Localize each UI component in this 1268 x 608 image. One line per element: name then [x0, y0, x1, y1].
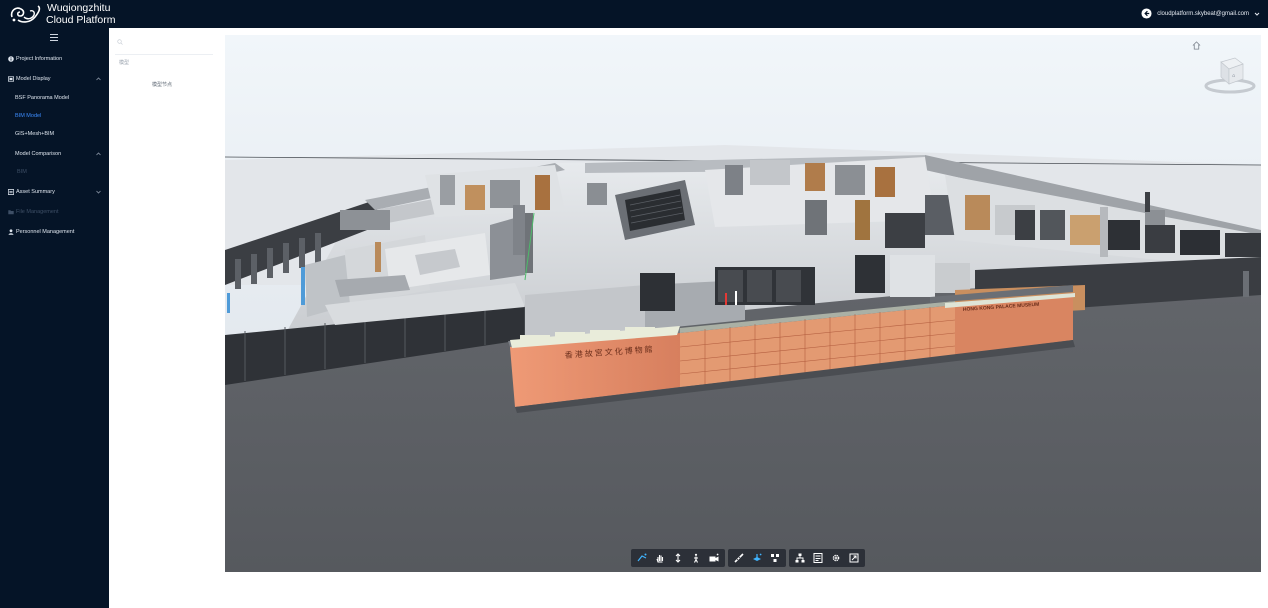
user-menu[interactable]: cloudplatform.skybeat@gmail.com — [1141, 8, 1260, 19]
camera-button[interactable] — [705, 549, 723, 567]
sidebar-item-project-information[interactable]: Project Information — [0, 52, 109, 66]
user-email[interactable]: cloudplatform.skybeat@gmail.com — [1157, 11, 1249, 17]
orbit-icon — [637, 553, 647, 562]
pan-icon — [656, 555, 664, 563]
search-icon — [117, 39, 123, 45]
chevron-down-icon[interactable] — [1254, 11, 1260, 17]
toolbar-group-tools — [728, 549, 786, 567]
svg-text:⌂: ⌂ — [1232, 73, 1235, 79]
model-tree-panel: 模型 模型节点 — [109, 28, 215, 608]
sidebar-item-label: BIM — [17, 169, 27, 175]
sidebar-item-label: BSF Panorama Model — [15, 95, 70, 101]
sidebar-item-model-comparison[interactable]: Model Comparison — [0, 147, 109, 161]
folder-icon — [8, 210, 14, 215]
sidebar-item-label: BIM Model — [15, 113, 42, 119]
sidebar-item-label: GIS+Mesh+BIM — [15, 131, 55, 137]
brand-title: Wuqiongzhitu Cloud Platform — [46, 2, 115, 26]
settings-icon — [832, 554, 840, 562]
sidebar-item-label: Model Comparison — [15, 151, 62, 157]
sidebar-item-bim-model[interactable]: BIM Model — [0, 109, 109, 123]
walk-icon — [694, 553, 698, 563]
camera-icon — [709, 553, 719, 562]
sidebar-item-bim[interactable]: BIM — [0, 165, 109, 179]
top-bar: Wuqiongzhitu Cloud Platform cloudplatfor… — [0, 0, 1268, 28]
chevron-down-icon — [96, 190, 101, 194]
properties-icon — [813, 553, 823, 563]
sidebar-item-label: Asset Summary — [16, 189, 55, 195]
structure-tree-button[interactable] — [791, 549, 809, 567]
sidebar-item-gis-mesh-bim[interactable]: GIS+Mesh+BIM — [0, 127, 109, 141]
section-icon — [753, 553, 762, 561]
sidebar-item-model-display[interactable]: Model Display — [0, 72, 109, 86]
brand-line-2: Cloud Platform — [46, 14, 116, 26]
viewer-toolbar — [631, 549, 865, 567]
toolbar-group-panels — [789, 549, 865, 567]
sidebar-item-label: Personnel Management — [16, 229, 75, 235]
asset-summary-icon — [8, 189, 14, 195]
structure-tree-icon — [795, 553, 805, 563]
measure-button[interactable] — [730, 549, 748, 567]
tree-section-label: 模型 — [119, 60, 130, 66]
sidebar-item-bsf-panorama-model[interactable]: BSF Panorama Model — [0, 91, 109, 105]
bim-3d-viewer[interactable]: 香港故宮文化博物館 HONG KONG PALACE MUSEUM ⌂ — [225, 35, 1261, 572]
elevation-icon — [675, 553, 681, 563]
user-icon — [8, 229, 14, 235]
menu-toggle-icon[interactable] — [50, 34, 58, 41]
sidebar-item-file-management[interactable]: File Management — [0, 205, 109, 219]
settings-button[interactable] — [827, 549, 845, 567]
properties-button[interactable] — [809, 549, 827, 567]
home-icon[interactable] — [1192, 41, 1201, 50]
measure-icon — [734, 553, 744, 563]
main-content: 模型 模型节点 香港故宮文化博物館 HONG KONG PALACE MUSEU… — [109, 28, 1268, 608]
sidebar-item-label: Project Information — [16, 56, 63, 62]
explode-button[interactable] — [766, 549, 784, 567]
tree-node[interactable]: 模型节点 — [152, 81, 172, 88]
model-display-icon — [8, 76, 14, 82]
fullscreen-button[interactable] — [845, 549, 863, 567]
navigation-cube[interactable]: ⌂ — [1203, 50, 1257, 94]
pan-button[interactable] — [651, 549, 669, 567]
fullscreen-icon — [849, 553, 859, 563]
tree-search-input[interactable] — [115, 34, 213, 55]
section-button[interactable] — [748, 549, 766, 567]
orbit-button[interactable] — [633, 549, 651, 567]
logout-icon[interactable] — [1141, 8, 1152, 19]
explode-icon — [771, 554, 779, 562]
elevation-button[interactable] — [669, 549, 687, 567]
sidebar: Project Information Model Display BSF Pa… — [0, 28, 109, 608]
sidebar-item-personnel-management[interactable]: Personnel Management — [0, 225, 109, 239]
sidebar-item-asset-summary[interactable]: Asset Summary — [0, 185, 109, 199]
chevron-up-icon — [96, 152, 101, 156]
sidebar-item-label: Model Display — [16, 76, 51, 82]
wuqiongzhitu-logo[interactable] — [8, 3, 42, 25]
bim-model-scene[interactable]: 香港故宮文化博物館 HONG KONG PALACE MUSEUM — [225, 35, 1261, 572]
sidebar-item-label: File Management — [16, 209, 59, 215]
info-circle-icon — [8, 56, 14, 62]
toolbar-group-navigation — [631, 549, 725, 567]
chevron-up-icon — [96, 77, 101, 81]
walk-button[interactable] — [687, 549, 705, 567]
brand-line-1: Wuqiongzhitu — [47, 2, 111, 14]
